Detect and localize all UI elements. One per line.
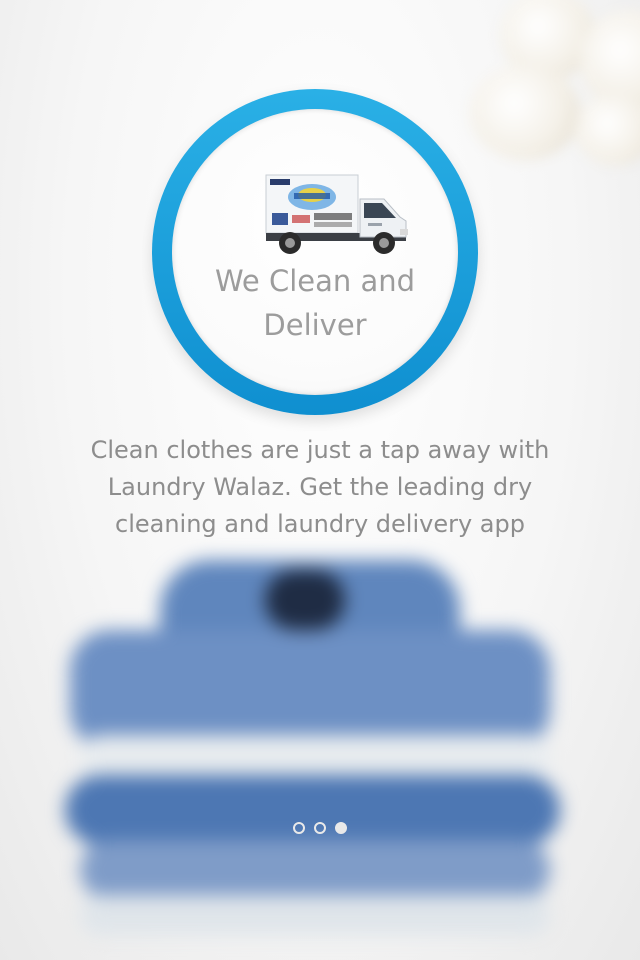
page-indicator[interactable]	[0, 822, 640, 834]
flowers-background	[440, 0, 640, 200]
page-dot-1[interactable]	[293, 822, 305, 834]
page-dot-2[interactable]	[314, 822, 326, 834]
page-dot-3-active[interactable]	[335, 822, 347, 834]
onboarding-screen: We Clean and Deliver Clean clothes are j…	[0, 0, 640, 960]
delivery-truck-icon	[265, 174, 408, 254]
shirts-background	[50, 560, 590, 960]
slide-title: We Clean and Deliver	[214, 264, 416, 342]
slide-circle-inner: We Clean and Deliver	[172, 109, 458, 395]
slide-circle: We Clean and Deliver	[152, 89, 478, 415]
slide-description: Clean clothes are just a tap away with L…	[90, 436, 550, 538]
